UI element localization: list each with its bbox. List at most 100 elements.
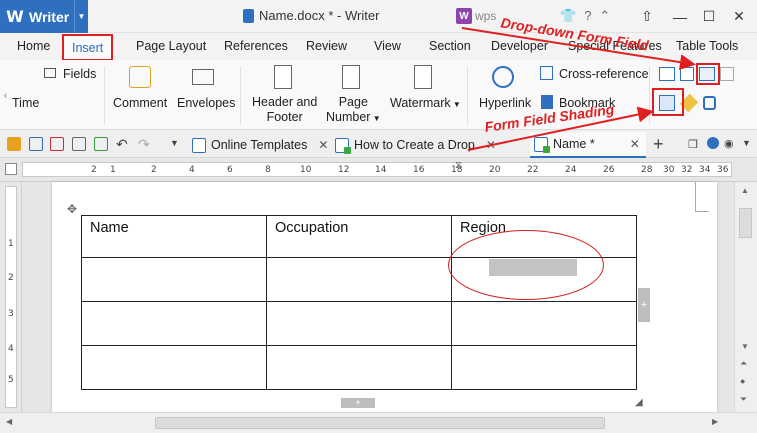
tab-home[interactable]: Home (17, 39, 50, 53)
scroll-down-icon[interactable]: ▼ (741, 342, 749, 351)
cross-reference-button[interactable]: Cross-reference (559, 67, 649, 82)
scroll-up-icon[interactable]: ▲ (741, 186, 749, 195)
template-icon (192, 137, 206, 153)
indent-marker[interactable]: ⧖ (455, 160, 462, 171)
print-preview-icon[interactable] (94, 137, 108, 151)
scroll-right-icon[interactable]: ▶ (712, 417, 718, 426)
tab-table-tools[interactable]: Table Tools (676, 39, 738, 53)
browse-object-icon[interactable]: ● (740, 376, 745, 386)
vertical-scrollbar[interactable]: ▲ ▼ ⏶ ● ⏷ (734, 182, 757, 412)
table-cell[interactable] (451, 345, 637, 390)
maximize-button[interactable]: ☐ (694, 0, 724, 33)
annotation-box-dropdown (696, 63, 720, 85)
ruler-tick: 4 (8, 344, 14, 354)
doc-tab-online-templates[interactable]: Online Templates ✕ (188, 132, 332, 158)
header-footer-label-1: Header and (252, 95, 318, 109)
next-page-icon[interactable]: ⏷ (740, 394, 747, 405)
page-number-label-2: Number ▼ (326, 110, 381, 126)
chevron-down-icon[interactable]: ▼ (742, 138, 751, 148)
table-cell[interactable] (451, 301, 637, 346)
skin-icon[interactable]: 👕 (560, 8, 576, 24)
ruler-tick: 2 (8, 273, 14, 283)
tab-section[interactable]: Section (429, 39, 471, 53)
vertical-ruler[interactable]: 1 2 3 4 5 (0, 182, 22, 412)
table-header-cell[interactable]: Name (81, 215, 267, 258)
tab-stop-selector[interactable] (5, 163, 17, 175)
horizontal-scrollbar[interactable]: ◀ ▶ (0, 412, 757, 433)
table-cell[interactable] (81, 301, 267, 346)
table-header-cell[interactable]: Occupation (266, 215, 452, 258)
more-icon[interactable]: ⌃ (599, 8, 610, 24)
table-cell[interactable] (266, 257, 452, 302)
open-icon[interactable] (7, 137, 21, 151)
ruler-tick: 4 (189, 165, 195, 175)
new-tab-icon[interactable]: + (653, 134, 664, 155)
minimize-button[interactable]: — (665, 0, 695, 33)
chevron-down-icon: ▼ (450, 100, 461, 109)
chevron-down-icon[interactable]: ▼ (74, 0, 88, 33)
undo-icon[interactable]: ↶ (116, 136, 128, 153)
lock-icon[interactable] (703, 96, 716, 110)
comment-button[interactable]: Comment (113, 96, 167, 111)
ribbon-scroll-left[interactable]: ‹ (4, 88, 7, 103)
customize-quick-access-icon[interactable]: ▼ (170, 138, 179, 148)
divider (467, 66, 468, 124)
title-bar: W Writer ▼ Name.docx * - Writer W wps 👕 … (0, 0, 757, 33)
horizontal-scroll-thumb[interactable] (155, 417, 605, 429)
tab-review[interactable]: Review (306, 39, 347, 53)
save-icon[interactable] (29, 137, 43, 151)
watermark-button[interactable]: Watermark ▼ (390, 96, 461, 112)
time-button[interactable]: Time (12, 96, 39, 111)
help-icon[interactable]: ? (584, 8, 591, 24)
hyperlink-button[interactable]: Hyperlink (479, 96, 531, 111)
fields-button[interactable]: Fields (63, 67, 96, 82)
table-resize-handle-icon[interactable]: ◢ (635, 397, 643, 408)
text-form-field-icon[interactable] (659, 67, 675, 81)
app-name: Writer (29, 8, 70, 25)
cross-reference-icon (540, 66, 553, 80)
doc-tab-label: Online Templates (211, 138, 308, 152)
horizontal-ruler[interactable]: 2 1 2 4 6 8 10 12 14 16 18 20 22 24 26 2… (0, 158, 757, 182)
document-icon (243, 8, 254, 23)
checkbox-form-field-icon[interactable] (680, 67, 694, 81)
wps-account[interactable]: W wps (456, 8, 496, 24)
wps-label: wps (475, 9, 497, 23)
table-cell[interactable] (266, 345, 452, 390)
bookmark-icon (541, 95, 553, 109)
table-cell[interactable] (81, 257, 267, 302)
tab-references[interactable]: References (224, 39, 288, 53)
tab-list-icon[interactable]: ❐ (688, 138, 698, 151)
envelope-icon (192, 69, 214, 85)
close-icon[interactable]: ✕ (486, 138, 496, 152)
tab-insert[interactable]: Insert (62, 34, 114, 61)
redo-icon[interactable]: ↷ (138, 136, 150, 153)
close-button[interactable]: ✕ (724, 0, 754, 33)
previous-page-icon[interactable]: ⏶ (740, 358, 747, 369)
add-row-icon[interactable]: + (341, 398, 375, 409)
table-cell[interactable] (266, 301, 452, 346)
doc-tab-how-to-create[interactable]: How to Create a Drop ✕ (331, 132, 500, 158)
sync-icon[interactable]: ◉ (724, 137, 734, 150)
print-icon[interactable] (72, 137, 86, 151)
scroll-left-icon[interactable]: ◀ (6, 417, 12, 426)
doc-tab-name[interactable]: Name * ✕ (530, 132, 646, 158)
document-page[interactable]: ✥ Name Occupation Region + + ◢ (52, 182, 717, 412)
form-properties-icon[interactable] (720, 67, 734, 81)
close-icon[interactable]: ✕ (318, 138, 328, 152)
export-pdf-icon[interactable] (50, 137, 64, 151)
tab-developer[interactable]: Developer (491, 39, 548, 53)
tab-view[interactable]: View (374, 39, 401, 53)
upload-icon[interactable]: ⇧ (632, 0, 662, 33)
envelopes-button[interactable]: Envelopes (177, 96, 235, 111)
cloud-icon[interactable] (707, 137, 719, 149)
header-footer-button[interactable]: Header and Footer (252, 95, 317, 125)
table-cell[interactable] (81, 345, 267, 390)
add-column-icon[interactable]: + (638, 288, 650, 322)
tab-page-layout[interactable]: Page Layout (136, 39, 206, 53)
table-move-handle-icon[interactable]: ✥ (67, 202, 77, 216)
vertical-scroll-thumb[interactable] (739, 208, 752, 238)
ruler-tick: 28 (641, 165, 653, 175)
close-icon[interactable]: ✕ (630, 137, 640, 151)
page-number-button[interactable]: Page Number ▼ (326, 95, 381, 126)
app-menu-button[interactable]: W Writer ▼ (0, 0, 88, 33)
